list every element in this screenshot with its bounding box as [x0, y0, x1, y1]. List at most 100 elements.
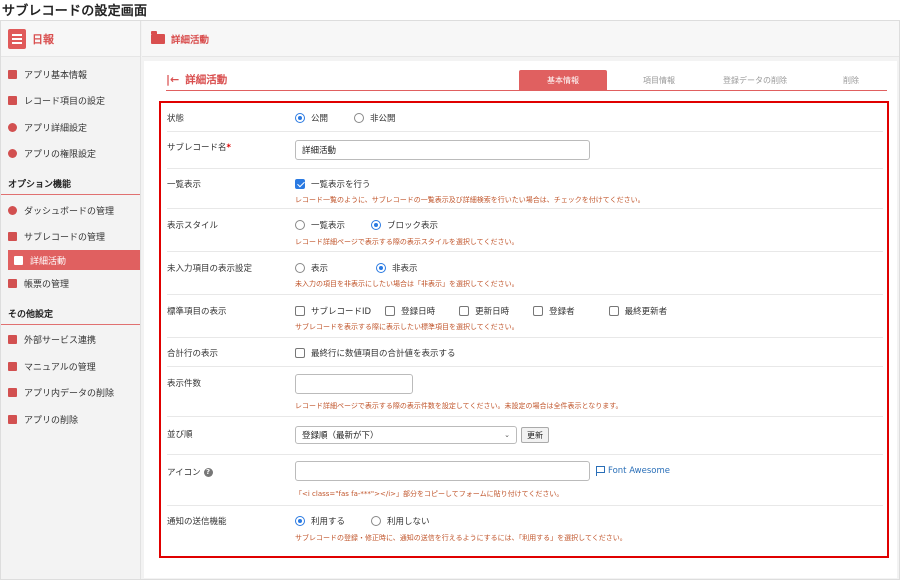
option-label: 公開	[311, 114, 329, 124]
checkbox[interactable]	[385, 306, 396, 316]
display-style-radio-group: 一覧表示 ブロック表示	[295, 219, 464, 231]
tab-delete-data[interactable]: 登録データの削除	[711, 70, 799, 90]
checkbox[interactable]	[533, 306, 544, 316]
option-label: ブロック表示	[387, 221, 439, 231]
settings-panel: |← 詳細活動 基本情報 項目情報 登録データの削除 削除 状態 公開 非公開	[144, 61, 897, 578]
back-arrow-icon[interactable]: |←	[166, 73, 179, 86]
icon-input[interactable]	[295, 461, 590, 481]
sidebar-item-app-info[interactable]: アプリ基本情報	[1, 61, 140, 88]
sidebar-item-label: 詳細活動	[30, 256, 67, 267]
sidebar-item-label: サブレコードの管理	[24, 233, 106, 244]
sidebar-item-permissions[interactable]: アプリの権限設定	[1, 141, 140, 168]
subrecord-name-input[interactable]: 詳細活動	[295, 140, 590, 160]
field-subrecord-id-option[interactable]: サブレコードID	[295, 305, 371, 317]
total-row-checkbox[interactable]	[295, 348, 305, 358]
standard-fields-hint: サブレコードを表示する際に表示したい標準項目を選択してください。	[295, 323, 519, 331]
sidebar-item-external[interactable]: 外部サービス連携	[1, 327, 140, 354]
tab-basic-info[interactable]: 基本情報	[519, 70, 607, 90]
row-icon: アイコン? Font Awesome 「<i class="fas fa-***…	[167, 455, 883, 506]
radio-button[interactable]	[371, 516, 382, 526]
total-display-label: 合計行の表示	[167, 349, 219, 359]
radio-button[interactable]	[295, 263, 305, 273]
notification-nouse-option[interactable]: 利用しない	[371, 515, 430, 527]
empty-display-hint: 未入力の項目を非表示にしたい場合は「非表示」を選択してください。	[295, 280, 519, 288]
sidebar-item-record-fields[interactable]: レコード項目の設定	[1, 88, 140, 115]
empty-display-show-option[interactable]: 表示	[295, 262, 328, 274]
standard-fields-label: 標準項目の表示	[167, 307, 227, 317]
notification-use-option[interactable]: 利用する	[295, 515, 345, 527]
checkbox[interactable]	[459, 306, 470, 316]
checkbox[interactable]	[295, 306, 305, 316]
sort-order-control: 登録順（最新が下） ⌄ 更新	[295, 426, 549, 444]
page-caption: サブレコードの設定画面	[2, 4, 148, 19]
field-created-at-option[interactable]: 登録日時	[385, 305, 435, 317]
sidebar-item-forms[interactable]: 帳票の管理	[1, 270, 140, 297]
sidebar-item-delete-app[interactable]: アプリの削除	[1, 406, 140, 433]
notification-radio-group: 利用する 利用しない	[295, 515, 456, 527]
display-style-list-option[interactable]: 一覧表示	[295, 219, 345, 231]
list-display-hint: レコード一覧のように、サブレコードの一覧表示及び詳細検索を行いたい場合は、チェッ…	[295, 196, 645, 204]
radio-button[interactable]	[295, 113, 305, 123]
option-label: サブレコードID	[311, 307, 372, 317]
sidebar-item-app-detail[interactable]: アプリ詳細設定	[1, 114, 140, 141]
sidebar-item-manual[interactable]: マニュアルの管理	[1, 353, 140, 380]
icon-label: アイコン?	[167, 466, 213, 478]
field-last-updater-option[interactable]: 最終更新者	[608, 305, 667, 317]
help-icon[interactable]: ?	[203, 467, 213, 477]
icon-control: Font Awesome	[295, 461, 670, 481]
status-radio-group: 公開 非公開	[295, 112, 422, 124]
radio-button[interactable]	[295, 220, 305, 230]
status-public-option[interactable]: 公開	[295, 112, 328, 124]
book-icon	[8, 361, 17, 371]
sidebar-item-detail-activity[interactable]: 詳細活動	[8, 250, 140, 270]
list-display-label: 一覧表示	[167, 180, 202, 190]
panel-heading: |← 詳細活動	[166, 72, 227, 87]
main-content: 詳細活動 |← 詳細活動 基本情報 項目情報 登録データの削除 削除 状態 公開	[142, 21, 899, 579]
tab-field-info[interactable]: 項目情報	[615, 70, 703, 90]
display-style-block-option[interactable]: ブロック表示	[371, 219, 438, 231]
sidebar: 日報 アプリ基本情報 レコード項目の設定 アプリ詳細設定 アプリの権限設定 オプ…	[1, 21, 141, 579]
row-sort-order: 並び順 登録順（最新が下） ⌄ 更新	[167, 417, 883, 455]
sort-order-select[interactable]: 登録順（最新が下） ⌄	[295, 426, 517, 444]
field-creator-option[interactable]: 登録者	[533, 305, 575, 317]
update-button[interactable]: 更新	[521, 427, 549, 443]
tab-delete[interactable]: 削除	[807, 70, 895, 90]
row-display-style: 表示スタイル 一覧表示 ブロック表示 レコード詳細ページで表示する際の表示スタイ…	[167, 209, 883, 252]
topbar: 詳細活動	[142, 21, 899, 57]
empty-display-label: 未入力項目の表示設定	[167, 264, 253, 274]
field-updated-at-option[interactable]: 更新日時	[459, 305, 509, 317]
sidebar-brand[interactable]: 日報	[1, 21, 140, 57]
sidebar-item-delete-data[interactable]: アプリ内データの削除	[1, 380, 140, 407]
row-display-count: 表示件数 レコード詳細ページで表示する際の表示件数を設定してください。未設定の場…	[167, 367, 883, 417]
sort-order-label: 並び順	[167, 430, 193, 440]
page-title: 詳細活動	[185, 74, 228, 86]
list-display-control[interactable]: 一覧表示を行う	[295, 178, 371, 190]
sidebar-item-label: マニュアルの管理	[24, 362, 96, 373]
total-display-control[interactable]: 最終行に数値項目の合計値を表示する	[295, 347, 456, 359]
sidebar-item-label: 外部サービス連携	[24, 336, 97, 347]
option-label: 表示	[311, 264, 329, 274]
checkbox[interactable]	[608, 306, 619, 316]
font-awesome-link[interactable]: Font Awesome	[596, 466, 670, 476]
list-display-checkbox[interactable]	[295, 179, 305, 189]
sidebar-item-dashboard[interactable]: ダッシュボードの管理	[1, 197, 140, 224]
radio-button[interactable]	[371, 220, 382, 230]
notification-hint: サブレコードの登録・修正時に、通知の送信を行えるようにするには、「利用する」を選…	[295, 534, 627, 542]
empty-display-hide-option[interactable]: 非表示	[376, 262, 418, 274]
folder-icon	[14, 255, 23, 265]
status-private-option[interactable]: 非公開	[354, 112, 396, 124]
radio-button[interactable]	[376, 263, 387, 273]
radio-button[interactable]	[295, 516, 305, 526]
list-icon	[8, 96, 17, 106]
radio-button[interactable]	[354, 113, 365, 123]
flag-icon	[596, 466, 605, 476]
option-label: 利用する	[311, 517, 346, 527]
sidebar-item-label: アプリの削除	[24, 415, 79, 426]
display-count-input[interactable]	[295, 374, 413, 394]
notification-label: 通知の送信機能	[167, 517, 227, 527]
icon-label-text: アイコン	[167, 468, 201, 478]
sidebar-item-label: ダッシュボードの管理	[24, 206, 115, 217]
sidebar-item-subrecord[interactable]: サブレコードの管理	[1, 224, 140, 251]
icon-hint: 「<i class="fas fa-***"></i>」部分をコピーしてフォーム…	[295, 490, 564, 498]
empty-display-radio-group: 表示 非表示	[295, 262, 444, 274]
